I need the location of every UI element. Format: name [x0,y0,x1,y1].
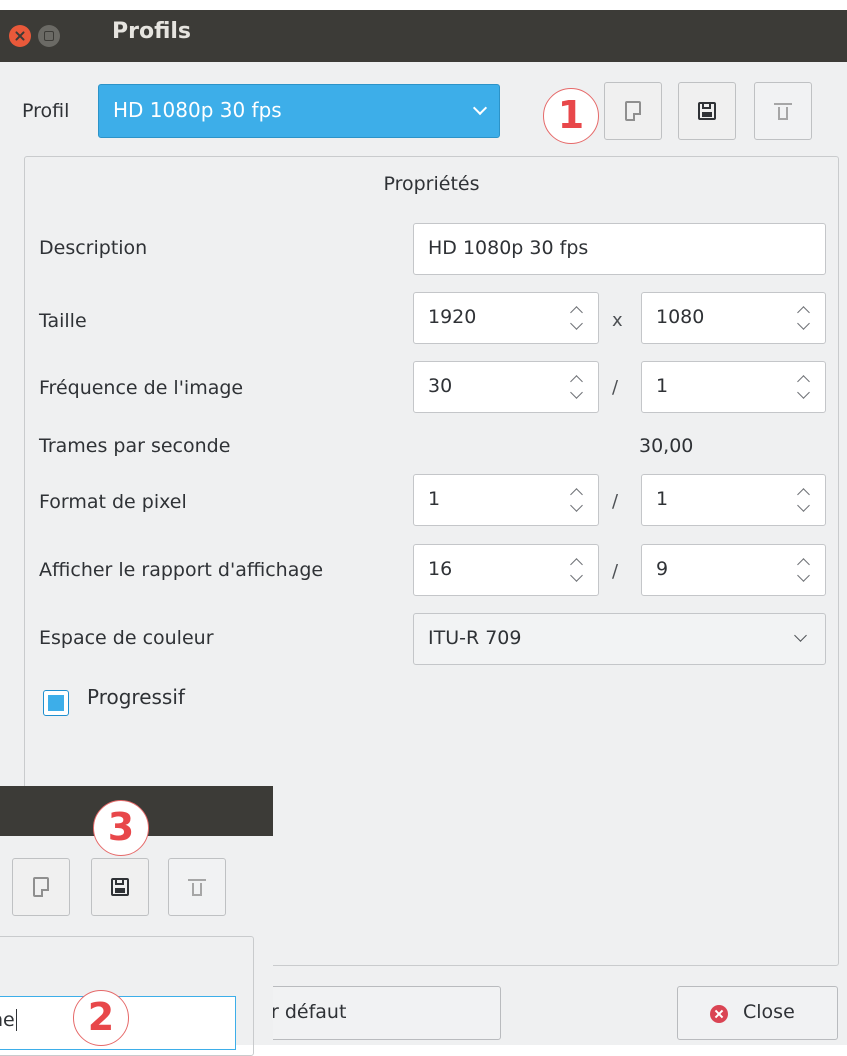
window-title: Profils [112,19,192,44]
close-button[interactable]: Close [677,986,838,1040]
description-value: HD 1080p 30 fps [428,237,589,259]
save-icon [111,878,129,896]
properties-title: Propriétés [383,173,480,195]
display-ratio-den-spinbox[interactable]: 9 [641,544,826,596]
default-button[interactable]: r défaut [248,986,501,1040]
text-cursor: ​ [15,1009,17,1031]
color-space-value: ITU-R 709 [428,627,522,649]
save-icon [698,102,716,120]
size-label: Taille [39,310,87,332]
profile-select[interactable]: HD 1080p 30 fps [98,84,500,138]
new-profile-button[interactable] [604,82,662,140]
trash-icon [774,100,792,120]
profile-select-value: HD 1080p 30 fps [113,98,282,122]
frame-rate-separator: / [612,377,619,398]
annotation-badge-2: 2 [73,990,129,1046]
overlay-save-profile-button[interactable] [91,858,149,916]
color-space-label: Espace de couleur [39,627,214,649]
display-ratio-separator: / [612,561,619,582]
overlay-new-profile-button[interactable] [12,858,70,916]
window-close-icon[interactable] [9,25,31,47]
profile-label: Profil [22,100,70,122]
spin-arrows-icon[interactable] [570,556,582,586]
frame-rate-den-value: 1 [656,375,669,397]
progressive-checkbox[interactable] [43,690,69,716]
pixel-format-label: Format de pixel [39,491,187,513]
overlay-input-value: ne [0,1009,15,1031]
window-maximize-icon[interactable] [38,25,60,47]
spin-arrows-icon[interactable] [797,304,809,334]
annotation-badge-3: 3 [93,800,149,856]
spin-arrows-icon[interactable] [797,373,809,403]
new-document-icon [625,101,641,121]
new-document-icon [33,877,49,897]
color-space-select[interactable]: ITU-R 709 [413,613,826,665]
display-ratio-den-value: 9 [656,558,669,580]
frame-rate-num-value: 30 [428,375,453,397]
height-value: 1080 [656,306,705,328]
description-label: Description [39,237,148,259]
frame-rate-label: Fréquence de l'image [39,377,244,399]
size-separator: x [612,310,623,331]
save-profile-button[interactable] [678,82,736,140]
width-spinbox[interactable]: 1920 [413,292,599,344]
frame-rate-den-spinbox[interactable]: 1 [641,361,826,413]
close-button-label: Close [743,1001,795,1023]
spin-arrows-icon[interactable] [570,304,582,334]
pixel-format-den-value: 1 [656,488,669,510]
display-ratio-num-spinbox[interactable]: 16 [413,544,599,596]
display-ratio-label: Afficher le rapport d'affichage [39,559,324,581]
delete-profile-button[interactable] [754,82,812,140]
pixel-format-num-spinbox[interactable]: 1 [413,474,599,526]
fps-label: Trames par seconde [39,435,231,457]
annotation-badge-1: 1 [543,88,599,144]
spin-arrows-icon[interactable] [570,373,582,403]
progressive-label: Progressif [87,685,185,709]
description-input[interactable]: HD 1080p 30 fps [413,223,826,275]
spin-arrows-icon[interactable] [797,556,809,586]
spin-arrows-icon[interactable] [797,486,809,516]
chevron-down-icon [794,629,807,642]
pixel-format-separator: / [612,491,619,512]
frame-rate-num-spinbox[interactable]: 30 [413,361,599,413]
pixel-format-num-value: 1 [428,488,441,510]
close-circle-icon [710,1005,728,1023]
chevron-down-icon [472,100,488,116]
overlay-delete-profile-button[interactable] [168,858,226,916]
default-button-label: r défaut [271,1001,347,1023]
width-value: 1920 [428,306,477,328]
display-ratio-num-value: 16 [428,558,453,580]
trash-icon [188,876,206,896]
pixel-format-den-spinbox[interactable]: 1 [641,474,826,526]
fps-value: 30,00 [639,435,694,457]
height-spinbox[interactable]: 1080 [641,292,826,344]
spin-arrows-icon[interactable] [570,486,582,516]
